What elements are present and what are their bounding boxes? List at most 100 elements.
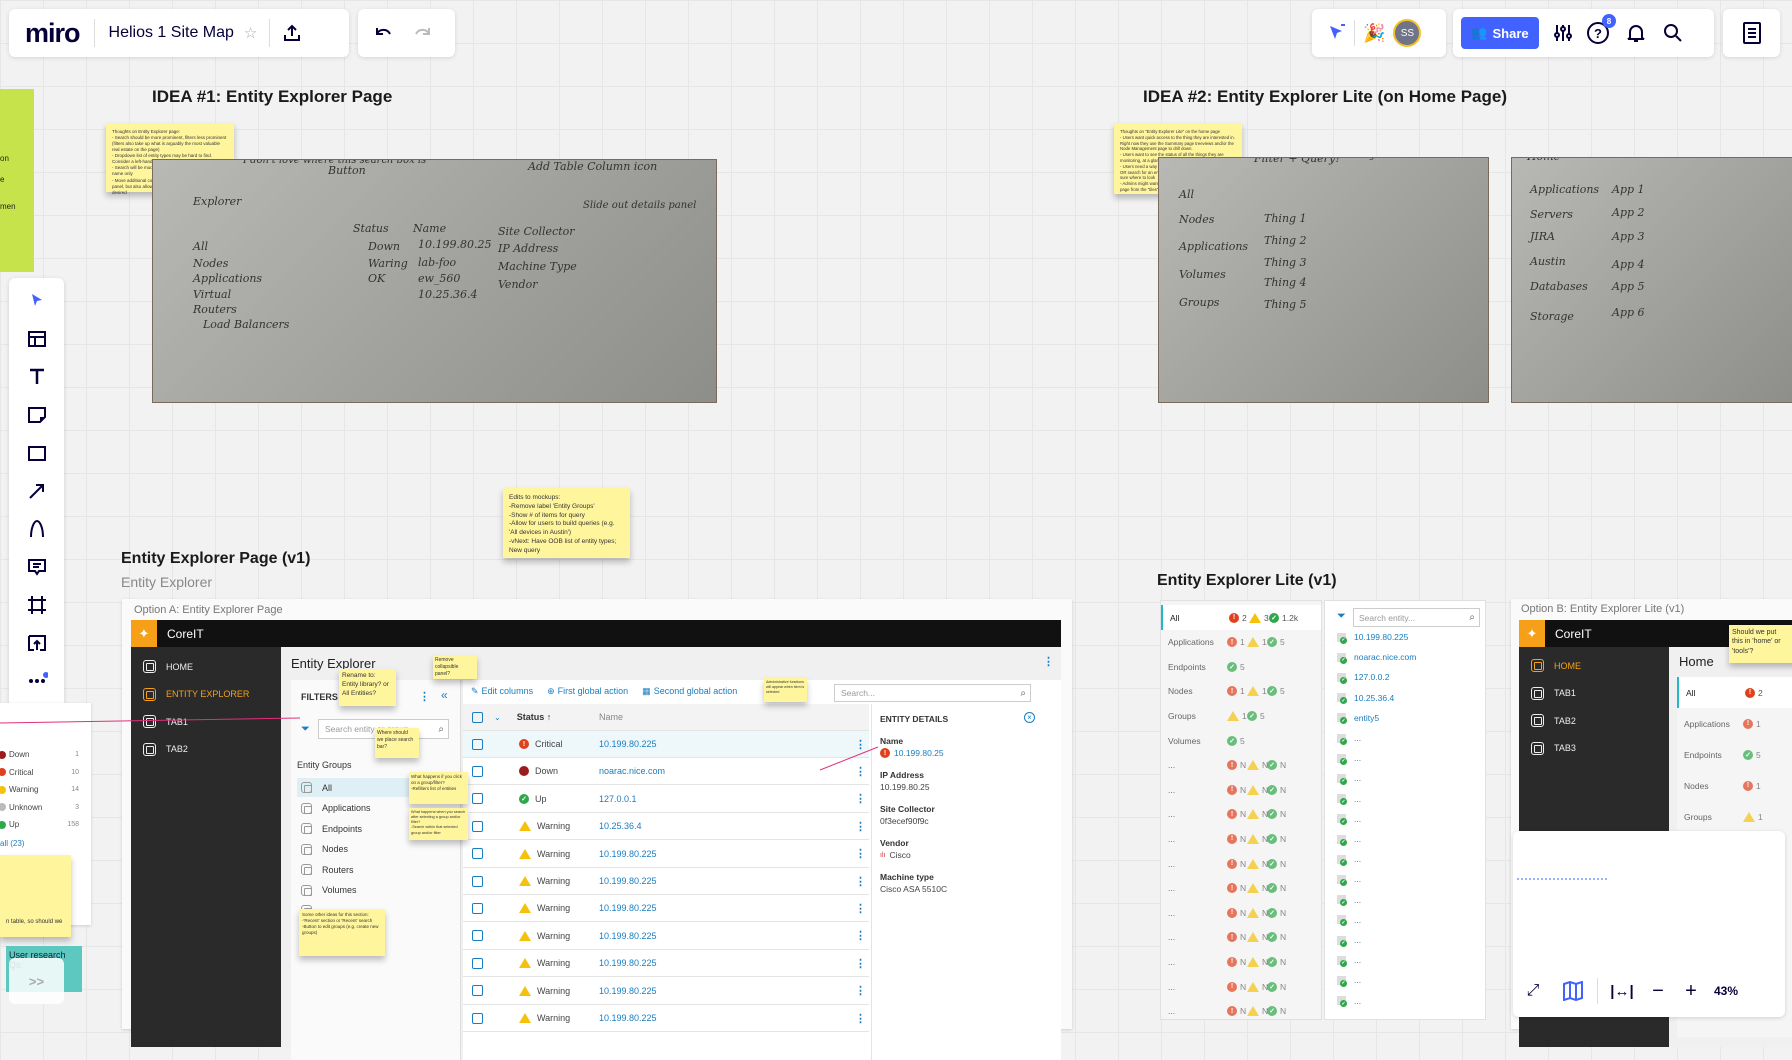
nav-item-tab1[interactable]: TAB1 xyxy=(131,708,281,736)
upload-icon[interactable] xyxy=(17,624,57,662)
cursor-share-icon[interactable] xyxy=(1328,24,1346,42)
avatar[interactable]: SS xyxy=(1393,19,1422,47)
table-search-input[interactable]: Search... ⌕ xyxy=(834,684,1031,702)
expand-toolbar-button[interactable]: >> xyxy=(9,958,64,1004)
shape-icon[interactable] xyxy=(17,434,57,472)
lite-entity-item[interactable]: ✓... xyxy=(1337,874,1361,886)
entity-name-link[interactable]: 10.199.80.225 xyxy=(599,876,657,886)
frame-icon[interactable] xyxy=(17,586,57,624)
home-category-row[interactable]: Nodes! 1 xyxy=(1677,770,1792,801)
home-category-row[interactable]: Endpoints ✓ 5 xyxy=(1677,739,1792,770)
lite-category-row[interactable]: ...! N N ✓ N xyxy=(1161,753,1321,778)
lite-entity-item[interactable]: ✓... xyxy=(1337,794,1361,806)
lite-category-row[interactable]: ...! N N ✓ N xyxy=(1161,900,1321,925)
collapse-icon[interactable]: « xyxy=(441,688,448,702)
status-row[interactable]: Warning 14 xyxy=(0,785,85,794)
entity-name-link[interactable]: 10.199.80.225 xyxy=(599,986,657,996)
sticky-note-partial[interactable]: n table, so should we xyxy=(0,855,71,937)
lite-entity-item[interactable]: ✓ 10.25.36.4 xyxy=(1337,693,1394,705)
row-checkbox[interactable] xyxy=(472,848,483,860)
table-row[interactable]: ✓ Up 127.0.0.1 ⋮ xyxy=(463,785,869,813)
pen-icon[interactable] xyxy=(17,510,57,548)
nav-item-tab3[interactable]: TAB3 xyxy=(1519,735,1669,763)
lite-category-row[interactable]: ...! N N ✓ N xyxy=(1161,777,1321,802)
sketch-photo-home[interactable]: Home Applications Servers JIRA Austin Databas… xyxy=(1511,157,1792,403)
nav-item-tab2[interactable]: TAB2 xyxy=(1519,707,1669,735)
nav-item-home[interactable]: HOME xyxy=(1519,652,1669,680)
bell-icon[interactable] xyxy=(1627,23,1645,43)
arrow-icon[interactable] xyxy=(17,472,57,510)
sticky-note-green[interactable]: on e men xyxy=(0,89,34,272)
lite-entity-item[interactable]: ✓... xyxy=(1337,915,1361,927)
sticky-note-admin[interactable]: Administrative functions will appear whe… xyxy=(764,678,807,702)
lite-category-row[interactable]: ...! N N ✓ N xyxy=(1161,851,1321,876)
lite-category-row[interactable]: Applications! 1 1 ✓ 5 xyxy=(1161,630,1321,655)
status-row[interactable]: Down 1 xyxy=(0,750,85,759)
table-row[interactable]: Warning 10.25.36.4 ⋮ xyxy=(463,813,869,841)
zoom-level[interactable]: 43% xyxy=(1714,984,1738,998)
column-header-status[interactable]: Status ↑ xyxy=(517,712,552,722)
lite-category-row[interactable]: All! 2 3 ✓ 1.2k xyxy=(1161,605,1321,630)
lite-category-row[interactable]: Endpoints ✓ 5 xyxy=(1161,654,1321,679)
filter-icon[interactable]: ⏷ xyxy=(1337,610,1346,623)
lite-entity-item[interactable]: ✓... xyxy=(1337,773,1361,785)
minimap-preview[interactable] xyxy=(1517,878,1607,892)
row-menu-icon[interactable]: ⋮ xyxy=(855,902,866,915)
more-icon[interactable] xyxy=(17,662,57,700)
home-category-row[interactable]: All! 2 xyxy=(1677,677,1792,708)
lite-entity-item[interactable]: ✓ noarac.nice.com xyxy=(1337,652,1416,664)
cursor-icon[interactable] xyxy=(17,282,57,320)
home-category-row[interactable]: Groups 1 xyxy=(1677,801,1792,832)
table-row[interactable]: ! Critical 10.199.80.225 ⋮ xyxy=(463,731,869,758)
lite-entity-item[interactable]: ✓... xyxy=(1337,854,1361,866)
settings-sliders-icon[interactable] xyxy=(1553,23,1573,43)
comment-icon[interactable] xyxy=(17,548,57,586)
table-row[interactable]: Warning 10.199.80.225 ⋮ xyxy=(463,922,869,950)
row-checkbox[interactable] xyxy=(472,765,483,777)
status-row[interactable]: Critical 10 xyxy=(0,768,85,777)
lite-entity-item[interactable]: ✓... xyxy=(1337,753,1361,765)
celebrate-icon[interactable]: 🎉 xyxy=(1363,23,1385,44)
group-item-4[interactable]: Routers xyxy=(297,860,455,879)
row-menu-icon[interactable]: ⋮ xyxy=(855,847,866,860)
redo-icon[interactable] xyxy=(412,24,434,42)
entity-name-link[interactable]: 10.199.80.225 xyxy=(599,849,657,859)
sticky-note-edits[interactable]: Edits to mockups: -Remove label 'Entity … xyxy=(503,488,630,558)
sticky-note-remove-panel[interactable]: Remove collapsible panel? xyxy=(433,655,477,679)
row-checkbox[interactable] xyxy=(472,875,483,887)
home-category-row[interactable]: Applications! 1 xyxy=(1677,708,1792,739)
nav-item-entity-explorer[interactable]: ENTITY EXPLORER xyxy=(131,681,281,709)
select-menu-chevron-icon[interactable]: ⌄ xyxy=(494,713,501,722)
templates-icon[interactable] xyxy=(17,320,57,358)
filter-icon[interactable]: ⏷ xyxy=(301,723,310,736)
row-checkbox[interactable] xyxy=(472,793,483,805)
entity-name-link[interactable]: 127.0.0.1 xyxy=(599,794,637,804)
lite-entity-item[interactable]: ✓ 10.199.80.225 xyxy=(1337,632,1408,644)
group-item-3[interactable]: Nodes xyxy=(297,840,455,859)
sticky-note-home-tools[interactable]: Should we put this in 'home' or 'tools'? xyxy=(1729,625,1792,663)
lite-category-row[interactable]: Nodes! 1 1 ✓ 5 xyxy=(1161,679,1321,704)
status-row[interactable]: Unknown 3 xyxy=(0,803,85,812)
notes-icon[interactable] xyxy=(1742,22,1761,44)
table-row[interactable]: Warning 10.199.80.225 ⋮ xyxy=(463,840,869,868)
row-checkbox[interactable] xyxy=(472,957,483,969)
map-icon[interactable] xyxy=(1553,972,1593,1010)
lite-category-row[interactable]: ...! N N ✓ N xyxy=(1161,974,1321,999)
star-icon[interactable]: ☆ xyxy=(244,24,257,42)
row-checkbox[interactable] xyxy=(472,930,483,942)
row-menu-icon[interactable]: ⋮ xyxy=(855,875,866,888)
table-row[interactable]: Warning 10.199.80.225 ⋮ xyxy=(463,977,869,1005)
lite-entity-item[interactable]: ✓... xyxy=(1337,996,1361,1008)
lite-category-row[interactable]: ...! N N ✓ N xyxy=(1161,949,1321,974)
table-row[interactable]: Warning 10.199.80.225 ⋮ xyxy=(463,1005,869,1032)
lite-category-row[interactable]: Groups 1 ✓ 5 xyxy=(1161,703,1321,728)
table-row[interactable]: Warning 10.199.80.225 ⋮ xyxy=(463,868,869,895)
column-header-name[interactable]: Name xyxy=(599,712,623,722)
export-icon[interactable] xyxy=(282,23,302,43)
lite-entity-item[interactable]: ✓... xyxy=(1337,814,1361,826)
sketch-photo-entity-explorer[interactable]: Explorer All Nodes Applications Virtual Route… xyxy=(152,159,717,403)
zoom-in-icon[interactable]: + xyxy=(1674,972,1708,1010)
lite-entity-item[interactable]: ✓... xyxy=(1337,975,1361,987)
lite-entity-item[interactable]: ✓... xyxy=(1337,834,1361,846)
entity-name-link[interactable]: 10.199.80.225 xyxy=(599,903,657,913)
